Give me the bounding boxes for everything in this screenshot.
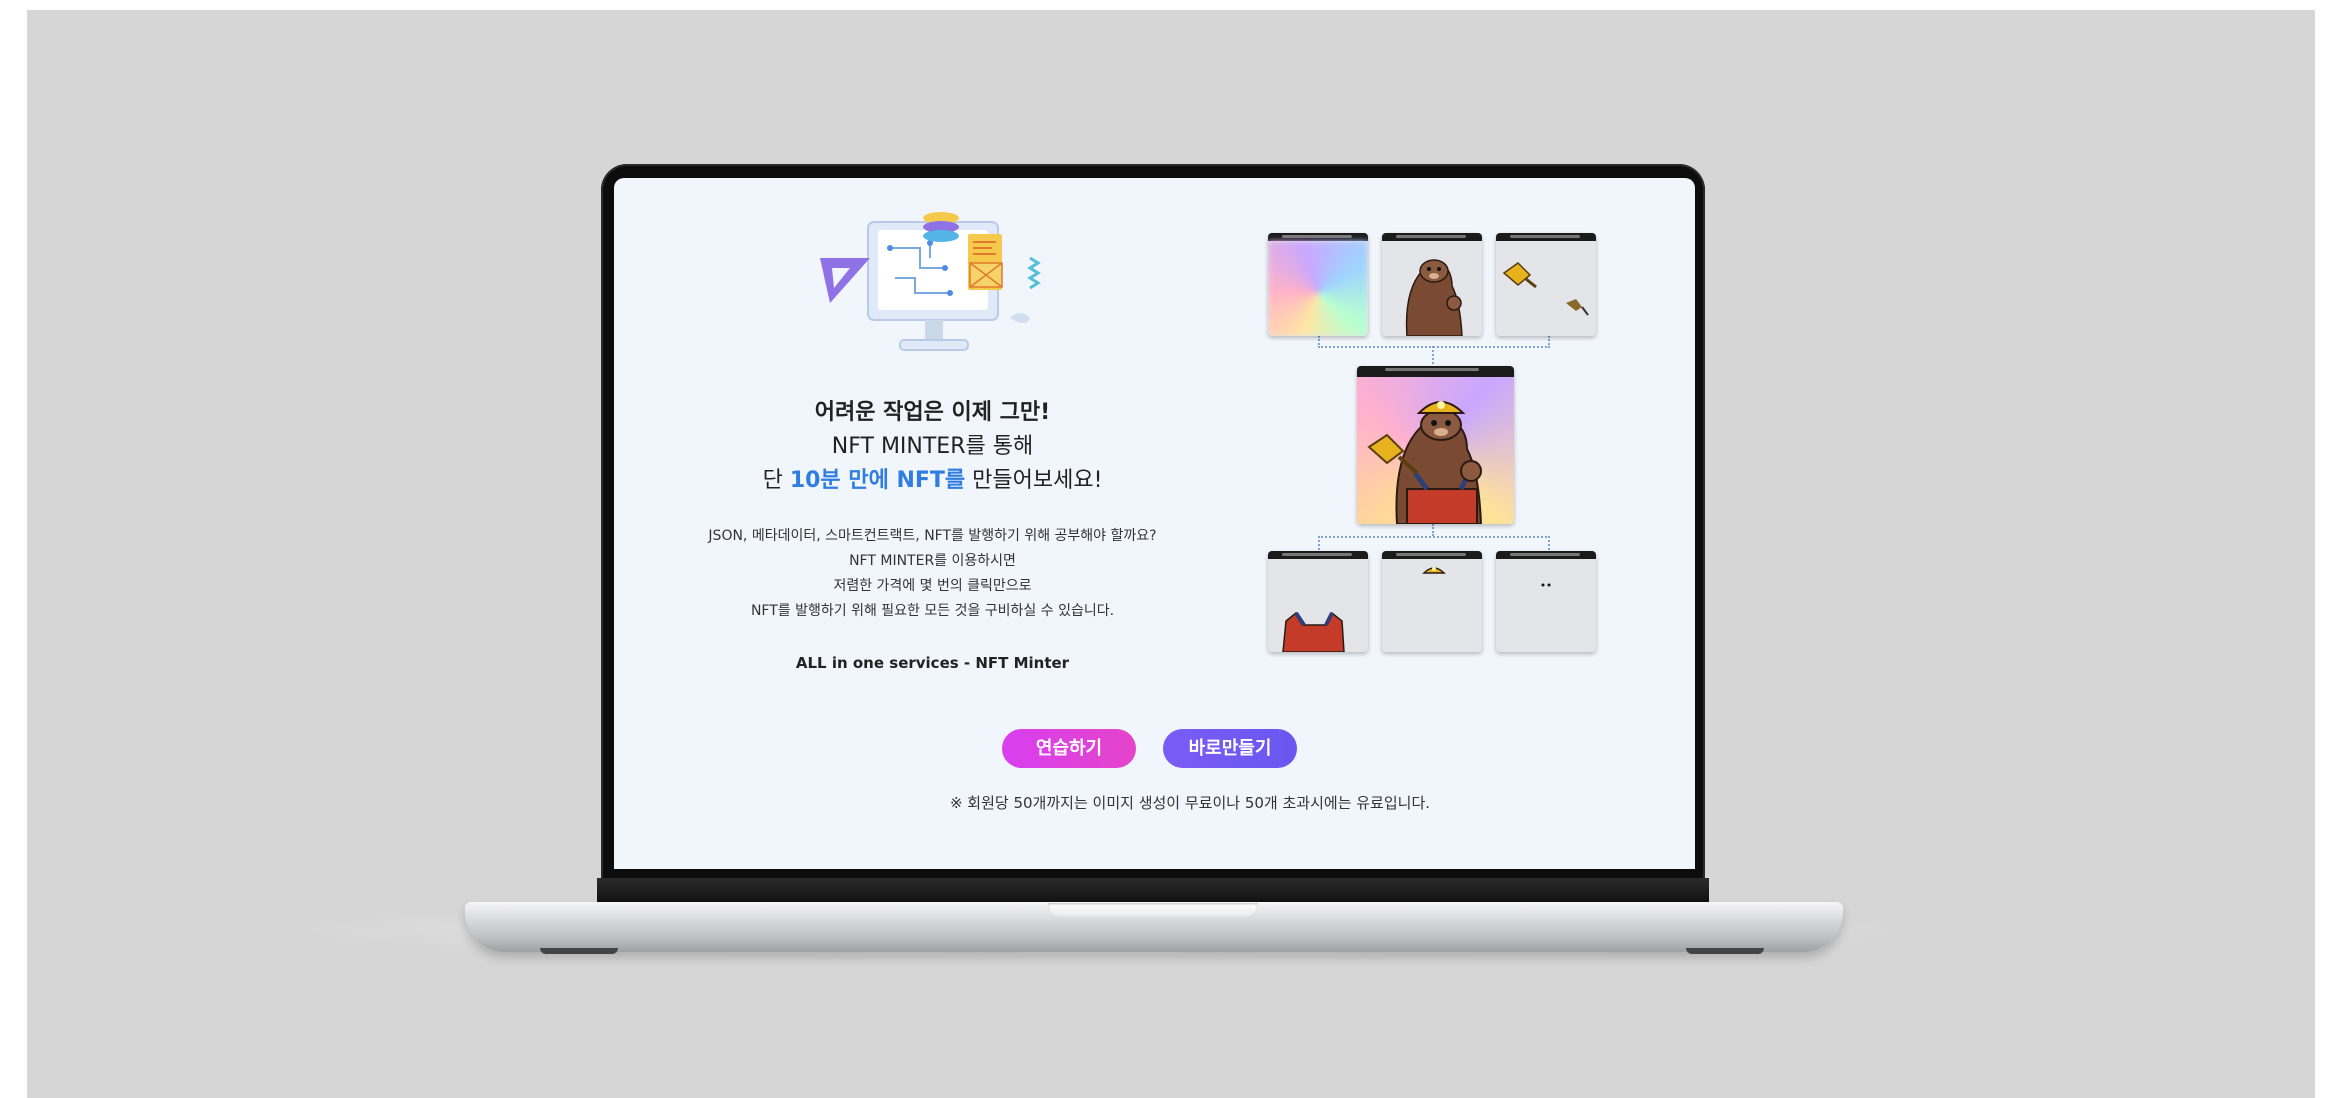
description-line-3: 저렴한 가격에 몇 번의 클릭만으로 <box>833 578 1032 594</box>
headline-line-3-prefix: 단 <box>762 468 790 493</box>
laptop-foot-left <box>540 948 618 954</box>
connector-top <box>1318 336 1550 348</box>
layer-card-shovel[interactable] <box>1496 233 1596 336</box>
laptop-hinge <box>597 878 1709 903</box>
shovel-icon <box>1502 262 1589 316</box>
helmet-icon <box>1422 567 1446 574</box>
layer-card-helmet[interactable] <box>1382 551 1482 652</box>
headline-line-1: 어려운 작업은 이제 그만! <box>814 400 1051 425</box>
composite-otter-icon <box>1367 401 1483 524</box>
make-now-button[interactable]: 바로만들기 <box>1163 729 1297 768</box>
laptop-foot-right <box>1686 948 1764 954</box>
overalls-icon <box>1282 611 1345 652</box>
headline-line-2: NFT MINTER를 통해 <box>831 434 1034 459</box>
headline-accent: 10분 만에 NFT를 <box>789 468 966 493</box>
connector-top-stem <box>1432 346 1434 368</box>
layer-card-otter[interactable] <box>1382 233 1482 336</box>
laptop-notch <box>1048 903 1258 917</box>
layer-card-eyes[interactable] <box>1496 551 1596 652</box>
pricing-notice: ※ 회원당 50개까지는 이미지 생성이 무료이나 50개 초과시에는 유료입니… <box>949 794 1431 812</box>
description-line-4: NFT를 발행하기 위해 필요한 모든 것을 구비하실 수 있습니다. <box>750 603 1115 619</box>
description-line-1: JSON, 메타데이터, 스마트컨트랙트, NFT를 발행하기 위해 공부해야 … <box>708 528 1157 544</box>
tagline: ALL in one services - NFT Minter <box>795 654 1070 672</box>
layer-card-overalls[interactable] <box>1268 551 1368 652</box>
description-line-2: NFT MINTER를 이용하시면 <box>849 553 1016 569</box>
eyes-icon <box>1541 583 1551 587</box>
practice-button[interactable]: 연습하기 <box>1002 729 1136 768</box>
computer-layers-illustration-icon <box>820 212 1041 351</box>
headline-line-3-suffix: 만들어보세요! <box>965 468 1103 493</box>
connector-bottom-stem <box>1432 524 1434 536</box>
otter-body-icon <box>1405 259 1463 336</box>
layer-card-background[interactable] <box>1268 233 1368 336</box>
headline-line-3: 단 10분 만에 NFT를 만들어보세요! <box>700 462 1165 494</box>
composite-nft-card[interactable] <box>1357 366 1514 524</box>
